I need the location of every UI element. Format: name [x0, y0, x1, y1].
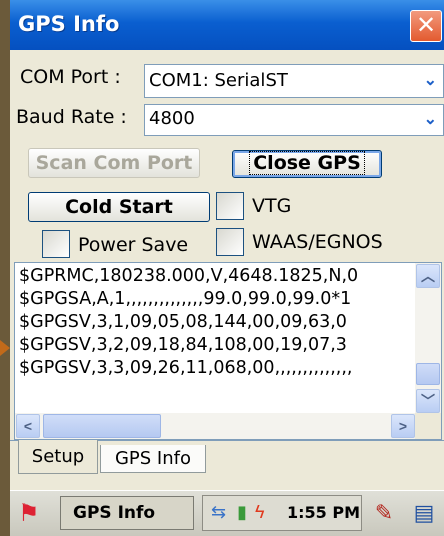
scroll-up-icon[interactable]: ︿	[416, 264, 440, 288]
input-panel-icon[interactable]: ▤	[408, 497, 440, 529]
nmea-line: $GPGSV,3,2,09,18,84,108,00,19,07,3	[19, 335, 347, 355]
windows-flag-icon[interactable]: ⚑	[18, 499, 40, 528]
title-bar: GPS Info ✕	[10, 0, 444, 50]
scroll-left-icon[interactable]: <	[16, 414, 40, 438]
close-gps-button[interactable]: Close GPS	[232, 150, 382, 178]
com-port-label: COM Port :	[20, 66, 121, 88]
vertical-scroll-thumb[interactable]	[416, 363, 440, 385]
close-gps-label: Close GPS	[249, 151, 365, 175]
nmea-line: $GPGSV,3,3,09,26,11,068,00,,,,,,,,,,,,,,	[19, 358, 353, 378]
nmea-lines: $GPRMC,180238.000,V,4648.1825,N,0 $GPGSA…	[19, 265, 419, 380]
vtg-checkbox[interactable]	[216, 192, 244, 220]
gps-info-window: GPS Info ✕ COM Port : COM1: SerialST ⌄ B…	[10, 0, 444, 536]
power-save-label: Power Save	[78, 234, 189, 256]
vtg-label: VTG	[252, 195, 292, 217]
com-port-value: COM1: SerialST	[149, 70, 288, 91]
chevron-down-icon[interactable]: ⌄	[424, 70, 437, 90]
baud-rate-combo[interactable]: 4800 ⌄	[144, 104, 444, 136]
system-tray: ⇆ ▮ ϟ 1:55 PM	[202, 495, 362, 531]
com-port-combo[interactable]: COM1: SerialST ⌄	[144, 64, 444, 98]
baud-rate-value: 4800	[149, 108, 195, 129]
network-icon[interactable]: ⇆	[211, 502, 226, 523]
chevron-down-icon[interactable]: ⌄	[424, 109, 437, 129]
horizontal-scroll-thumb[interactable]	[43, 414, 161, 438]
nmea-line: $GPRMC,180238.000,V,4648.1825,N,0	[19, 266, 359, 286]
tab-gps-info[interactable]: GPS Info	[100, 445, 206, 473]
battery-icon[interactable]: ▮	[237, 502, 247, 523]
horizontal-scrollbar[interactable]: < >	[15, 413, 417, 439]
nmea-output[interactable]: $GPRMC,180238.000,V,4648.1825,N,0 $GPGSA…	[14, 262, 442, 440]
taskbar: ⚑ GPS Info ⇆ ▮ ϟ 1:55 PM ✎ ▤	[10, 490, 444, 536]
baud-rate-label: Baud Rate :	[16, 106, 127, 128]
resize-grip-icon	[415, 413, 441, 439]
cold-start-button[interactable]: Cold Start	[28, 192, 210, 222]
scroll-right-icon[interactable]: >	[391, 414, 415, 438]
window-title: GPS Info	[18, 12, 120, 36]
power-bolt-icon: ϟ	[255, 502, 265, 522]
close-button[interactable]: ✕	[410, 10, 442, 42]
power-save-checkbox[interactable]	[42, 230, 70, 258]
vertical-scrollbar[interactable]: ︿ ﹀	[415, 263, 441, 415]
nmea-line: $GPGSA,A,1,,,,,,,,,,,,,,99.0,99.0,99.0*1	[19, 289, 352, 309]
waas-egnos-checkbox[interactable]	[216, 228, 244, 256]
nmea-line: $GPGSV,3,1,09,05,08,144,00,09,63,0	[19, 312, 347, 332]
edit-icon[interactable]: ✎	[368, 497, 400, 529]
tab-strip: Setup GPS Info	[10, 440, 444, 490]
taskbar-app-button[interactable]: GPS Info	[60, 496, 194, 530]
scroll-down-icon[interactable]: ﹀	[416, 389, 440, 413]
clock[interactable]: 1:55 PM	[287, 503, 360, 522]
scan-com-port-button[interactable]: Scan Com Port	[28, 148, 200, 178]
tab-setup[interactable]: Setup	[18, 440, 98, 474]
waas-egnos-label: WAAS/EGNOS	[252, 231, 383, 253]
background-arrow	[0, 340, 10, 356]
